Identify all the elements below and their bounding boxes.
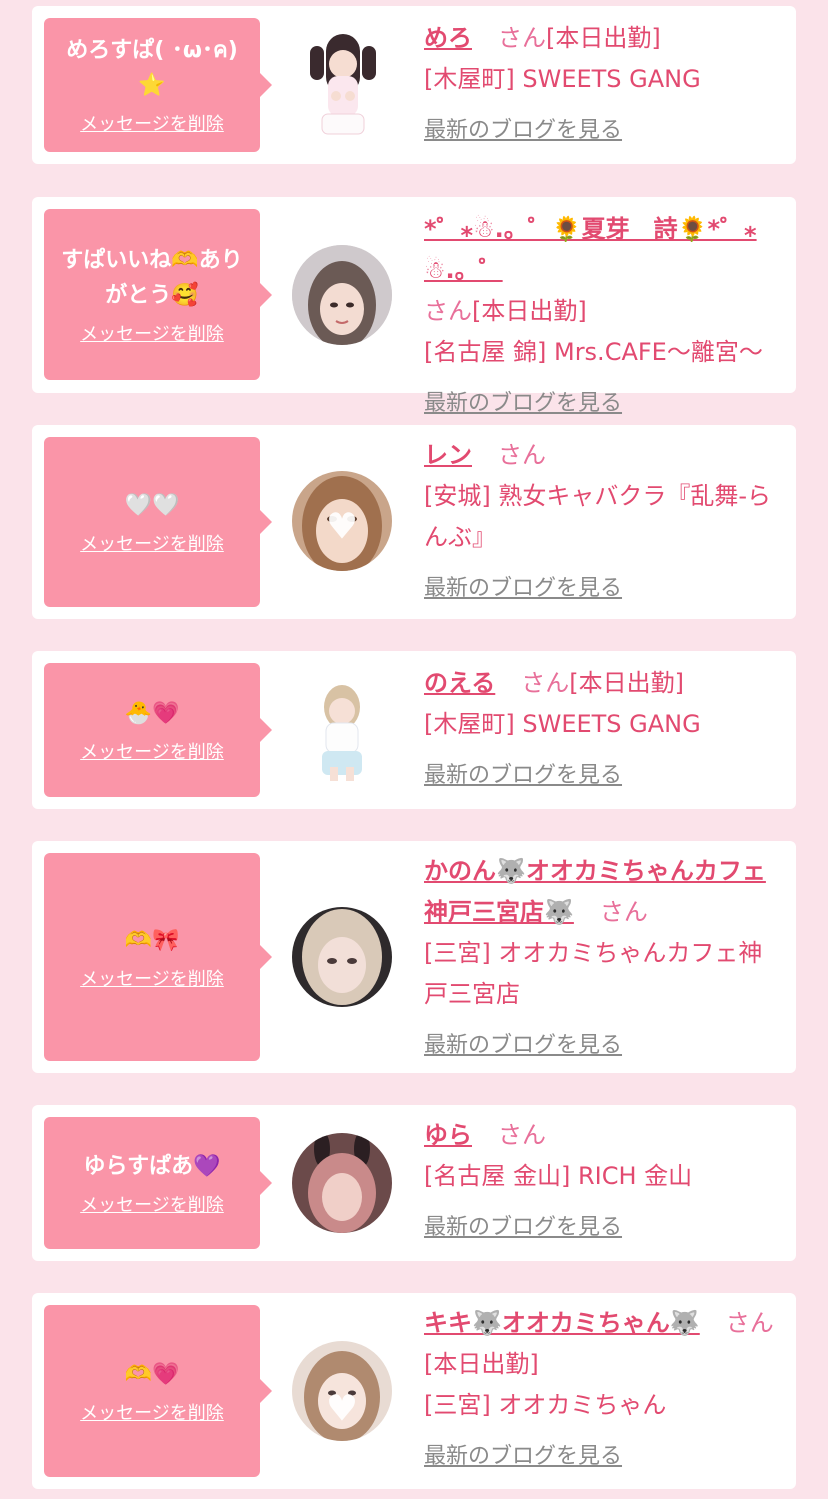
shop-name: [名古屋 錦] Mrs.CAFE〜離宮〜 [424, 338, 763, 366]
sender-info: レン さん [安城] 熟女キャバクラ『乱舞-らんぶ』 最新のブログを見る [424, 435, 786, 609]
shop-name: [木屋町] SWEETS GANG [424, 65, 701, 93]
delete-message-link[interactable]: メッセージを削除 [80, 323, 224, 347]
latest-blog-link[interactable]: 最新のブログを見る [424, 568, 622, 609]
attendance-status: [本日出勤] [569, 669, 685, 697]
sender-name-link[interactable]: かのん🐺オオカミちゃんカフェ神戸三宮店🐺 [424, 857, 766, 926]
sender-info: *゜⁎☃.。゜🌻夏芽 詩🌻*゜⁎☃.。゜ さん[本日出勤] [名古屋 錦] Mr… [424, 209, 786, 424]
heart-sticker-icon: ♥ [325, 506, 359, 548]
delete-message-link[interactable]: メッセージを削除 [80, 113, 224, 137]
sender-name-link[interactable]: キキ🐺オオカミちゃん🐺 [424, 1309, 700, 1337]
sender-name-link[interactable]: ゆら [424, 1121, 472, 1149]
honorific: さん [498, 441, 546, 469]
message-text: 🫶🎀 [124, 927, 180, 953]
message-bubble: 🤍🤍 メッセージを削除 [44, 437, 272, 607]
latest-blog-link[interactable]: 最新のブログを見る [424, 755, 622, 796]
message-card: すぱいいね🫶ありがとう🥰 メッセージを削除 *゜⁎☃.。゜🌻夏芽 詩🌻*゜⁎☃.… [32, 197, 796, 416]
avatar[interactable]: ♥ [292, 1341, 392, 1441]
avatar[interactable] [292, 245, 392, 345]
delete-message-link[interactable]: メッセージを削除 [80, 1402, 224, 1426]
attendance-status: [本日出勤] [546, 24, 661, 52]
message-bubble: 🫶🎀 メッセージを削除 [44, 853, 272, 1061]
avatar[interactable] [292, 907, 392, 1007]
shop-name: [三宮] オオカミちゃん [424, 1391, 667, 1419]
latest-blog-link[interactable]: 最新のブログを見る [424, 1436, 622, 1477]
sender-info: ゆら さん [名古屋 金山] RICH 金山 最新のブログを見る [424, 1115, 786, 1248]
latest-blog-link[interactable]: 最新のブログを見る [424, 1025, 622, 1066]
honorific: さん [498, 1121, 546, 1149]
honorific: さん [599, 898, 648, 926]
message-bubble: めろすぱ( ･ω･ค)⭐ メッセージを削除 [44, 18, 272, 152]
honorific: さん [424, 297, 472, 325]
sender-name-link[interactable]: レン [424, 441, 472, 469]
message-bubble: ゆらすぱあ💜 メッセージを削除 [44, 1117, 272, 1249]
sender-name-link[interactable]: めろ [424, 24, 472, 52]
message-card: 🤍🤍 メッセージを削除 ♥ レン さん [安城] 熟女キャバクラ『乱舞-らんぶ』 … [32, 425, 796, 619]
message-card: 🫶🎀 メッセージを削除 かのん🐺オオカミちゃんカフェ神戸三宮店🐺 さん [三宮] … [32, 841, 796, 1073]
sender-name-link[interactable]: のえる [424, 669, 495, 697]
message-text: 🫶💗 [124, 1361, 180, 1387]
avatar[interactable] [292, 677, 392, 781]
message-text: すぱいいね🫶ありがとう🥰 [61, 247, 243, 308]
latest-blog-link[interactable]: 最新のブログを見る [424, 383, 622, 424]
message-bubble: すぱいいね🫶ありがとう🥰 メッセージを削除 [44, 209, 272, 380]
sender-name-link[interactable]: *゜⁎☃.。゜🌻夏芽 詩🌻*゜⁎☃.。゜ [424, 215, 757, 284]
delete-message-link[interactable]: メッセージを削除 [80, 1194, 224, 1218]
latest-blog-link[interactable]: 最新のブログを見る [424, 110, 622, 151]
message-bubble: 🐣💗 メッセージを削除 [44, 663, 272, 797]
sender-info: のえる さん[本日出勤] [木屋町] SWEETS GANG 最新のブログを見る [424, 663, 786, 796]
message-card: めろすぱ( ･ω･ค)⭐ メッセージを削除 めろ さん[本日出勤] [木屋町] S… [32, 6, 796, 164]
shop-name: [安城] 熟女キャバクラ『乱舞-らんぶ』 [424, 482, 772, 551]
shop-name: [名古屋 金山] RICH 金山 [424, 1162, 693, 1190]
delete-message-link[interactable]: メッセージを削除 [80, 968, 224, 992]
heart-sticker-icon: ♥ [325, 1388, 359, 1430]
sender-info: かのん🐺オオカミちゃんカフェ神戸三宮店🐺 さん [三宮] オオカミちゃんカフェ神戸… [424, 851, 786, 1066]
attendance-status: [本日出勤] [472, 297, 587, 325]
delete-message-link[interactable]: メッセージを削除 [80, 533, 224, 557]
avatar[interactable] [292, 32, 392, 135]
sender-info: めろ さん[本日出勤] [木屋町] SWEETS GANG 最新のブログを見る [424, 18, 786, 151]
avatar[interactable] [292, 1133, 392, 1233]
honorific: さん [725, 1309, 774, 1337]
message-card: 🫶💗 メッセージを削除 ♥ キキ🐺オオカミちゃん🐺 さん [本日出勤] [三宮] オ… [32, 1293, 796, 1489]
shop-name: [三宮] オオカミちゃんカフェ神戸三宮店 [424, 939, 763, 1008]
message-card: ゆらすぱあ💜 メッセージを削除 ゆら さん [名古屋 金山] RICH 金山 最新… [32, 1105, 796, 1261]
delete-message-link[interactable]: メッセージを削除 [80, 741, 224, 765]
honorific: さん [498, 24, 546, 52]
message-text: めろすぱ( ･ω･ค)⭐ [66, 38, 238, 98]
latest-blog-link[interactable]: 最新のブログを見る [424, 1207, 622, 1248]
honorific: さん [521, 669, 570, 697]
message-card: 🐣💗 メッセージを削除 のえる さん[本日出勤] [木屋町] SWEETS GAN… [32, 651, 796, 809]
shop-name: [木屋町] SWEETS GANG [424, 710, 701, 738]
avatar[interactable]: ♥ [292, 471, 392, 571]
sender-info: キキ🐺オオカミちゃん🐺 さん [本日出勤] [三宮] オオカミちゃん 最新のブログを… [424, 1303, 786, 1477]
message-text: 🤍🤍 [124, 492, 180, 518]
message-text: 🐣💗 [124, 700, 180, 726]
message-text: ゆらすぱあ💜 [83, 1153, 221, 1179]
message-bubble: 🫶💗 メッセージを削除 [44, 1305, 272, 1477]
attendance-status: [本日出勤] [424, 1350, 539, 1378]
